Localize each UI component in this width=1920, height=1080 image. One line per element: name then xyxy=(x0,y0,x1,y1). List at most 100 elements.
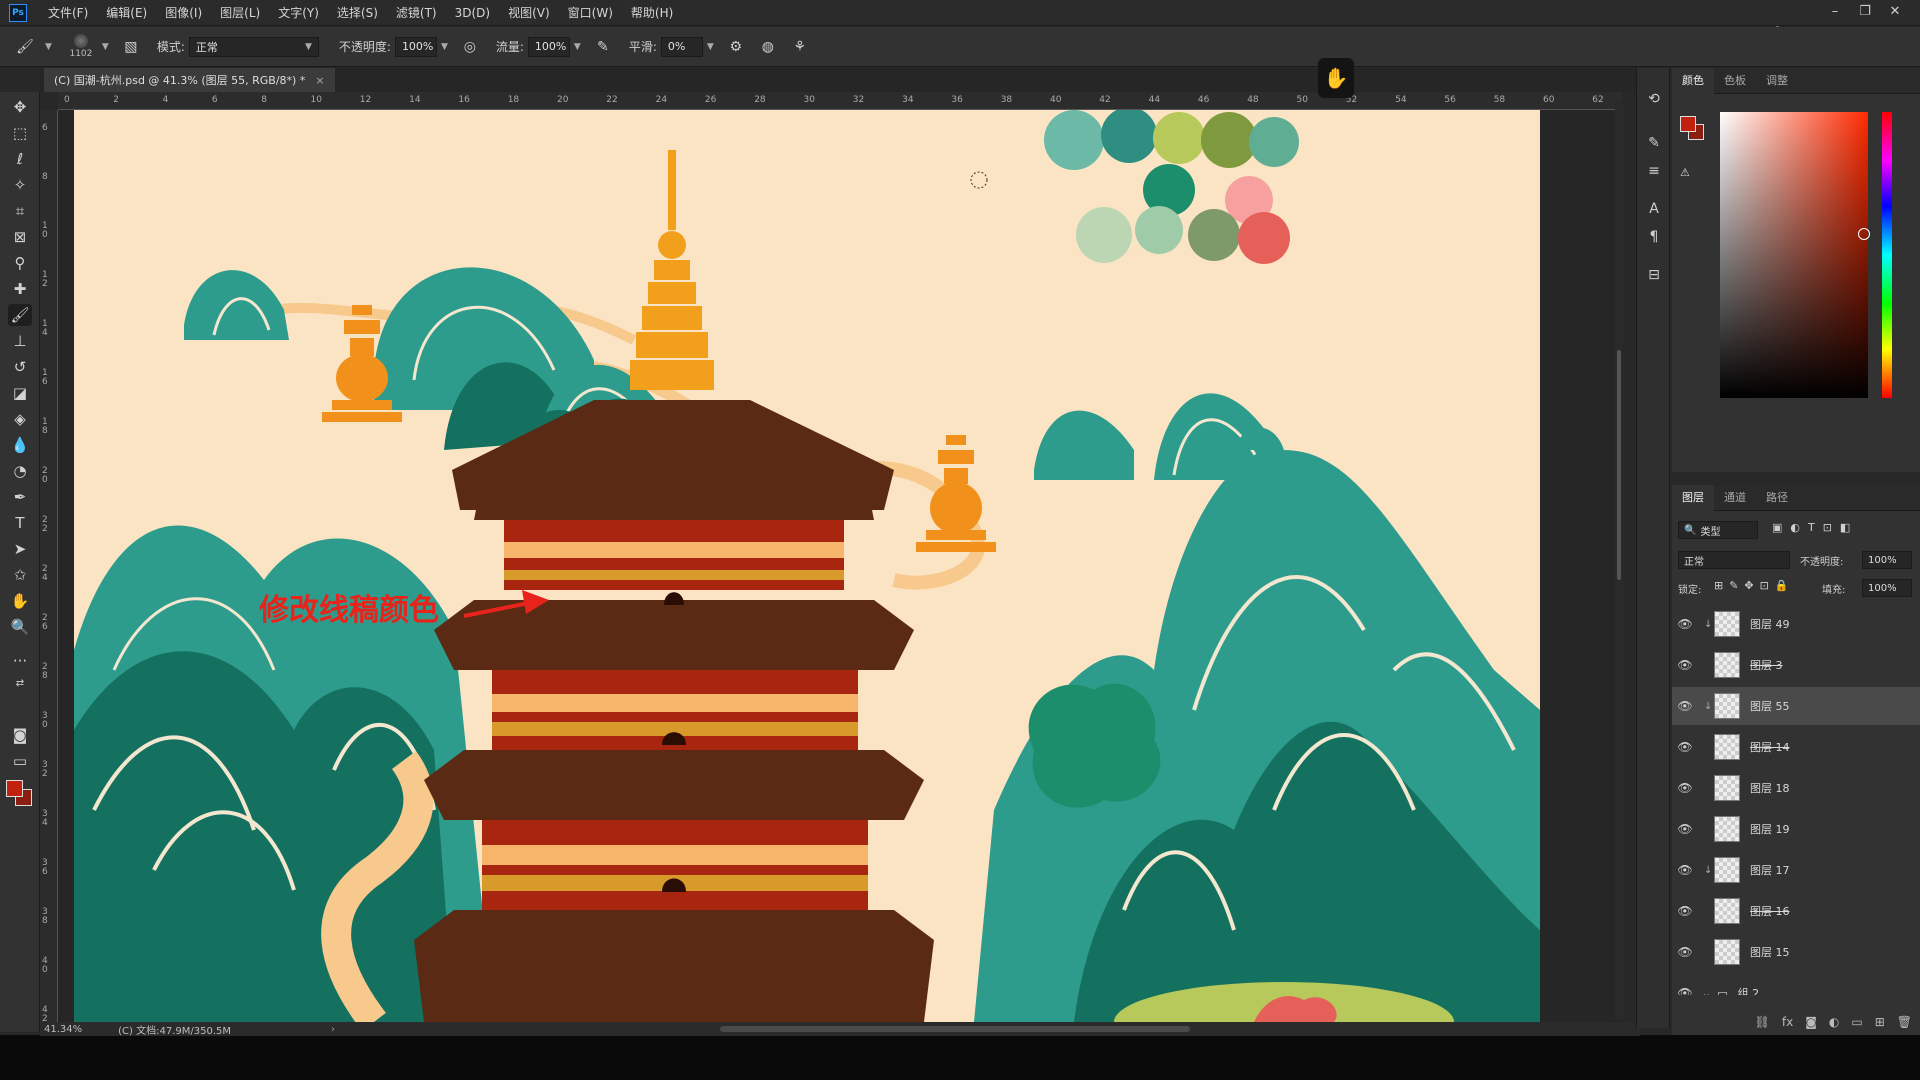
menu-item[interactable]: 图层(L) xyxy=(211,0,269,26)
visibility-eye-icon[interactable]: 👁 xyxy=(1672,863,1698,877)
pen-tool-icon[interactable]: ✒ xyxy=(8,486,32,508)
chevron-down-icon[interactable]: ▼ xyxy=(102,42,109,52)
layer-name[interactable]: 图层 55 xyxy=(1750,698,1790,714)
vertical-scroll-thumb[interactable] xyxy=(1617,350,1621,580)
more-tools-icon[interactable]: ··· xyxy=(8,650,32,672)
symmetry-icon[interactable]: ⚘ xyxy=(789,36,811,58)
layer-thumbnail[interactable] xyxy=(1714,816,1740,842)
layer-name[interactable]: 图层 19 xyxy=(1750,821,1790,837)
layer-name[interactable]: 图层 16 xyxy=(1750,903,1790,919)
visibility-eye-icon[interactable]: 👁 xyxy=(1672,945,1698,959)
layer-thumbnail[interactable] xyxy=(1714,775,1740,801)
brush-preset-picker[interactable]: 1102 xyxy=(64,32,98,62)
layer-row[interactable]: 👁 ↓ 图层 55 xyxy=(1672,687,1920,725)
layer-row[interactable]: 👁 图层 19 xyxy=(1672,810,1920,848)
color-field[interactable] xyxy=(1720,112,1868,398)
layer-name[interactable]: 图层 3 xyxy=(1750,657,1783,673)
new-layer-icon[interactable]: ⊞ xyxy=(1875,1015,1885,1035)
chevron-down-icon[interactable]: ▼ xyxy=(574,42,581,52)
link-icon[interactable]: ⛓ xyxy=(1755,1015,1770,1035)
tab-layers[interactable]: 图层 xyxy=(1672,484,1714,511)
path-select-icon[interactable]: ➤ xyxy=(8,538,32,560)
hand-tool-icon[interactable]: ✋ xyxy=(8,590,32,612)
visibility-eye-icon[interactable]: 👁 xyxy=(1672,904,1698,918)
pressure-size-icon[interactable]: ◍ xyxy=(757,36,779,58)
quick-mask-icon[interactable]: ◙ xyxy=(8,724,32,746)
layer-thumbnail[interactable] xyxy=(1714,734,1740,760)
canvas-artwork[interactable]: 修改线稿颜色 xyxy=(74,110,1540,1022)
layer-filter-select[interactable]: 🔍 类型 xyxy=(1678,521,1758,539)
close-icon[interactable]: × xyxy=(315,74,324,87)
layer-name[interactable]: 图层 15 xyxy=(1750,944,1790,960)
chevron-right-icon[interactable]: › xyxy=(331,1024,335,1035)
smooth-input[interactable]: 0% xyxy=(660,36,703,57)
visibility-eye-icon[interactable]: 👁 xyxy=(1672,658,1698,672)
layer-thumbnail[interactable] xyxy=(1714,898,1740,924)
visibility-eye-icon[interactable]: 👁 xyxy=(1672,699,1698,713)
menu-item[interactable]: 文字(Y) xyxy=(269,0,328,26)
blend-mode-select[interactable]: 正常 xyxy=(1678,551,1790,569)
tab-paths[interactable]: 路径 xyxy=(1756,485,1798,511)
gear-icon[interactable]: ⚙ xyxy=(725,36,747,58)
layer-row[interactable]: 👁 图层 14 xyxy=(1672,728,1920,766)
layer-name[interactable]: 图层 18 xyxy=(1750,780,1790,796)
flow-input[interactable]: 100% xyxy=(527,36,570,57)
layer-row[interactable]: 👁 ⌄ ▭ 组 2 xyxy=(1672,974,1920,995)
layer-thumbnail[interactable] xyxy=(1714,611,1740,637)
visibility-eye-icon[interactable]: 👁 xyxy=(1672,822,1698,836)
menu-item[interactable]: 3D(D) xyxy=(446,0,499,26)
layer-name[interactable]: 图层 14 xyxy=(1750,739,1790,755)
history-brush-icon[interactable]: ↺ xyxy=(8,356,32,378)
screen-mode-icon[interactable]: ▭ xyxy=(8,750,32,772)
adjust-icon[interactable]: ≡ xyxy=(1643,160,1665,182)
canvas-workspace[interactable]: 修改线稿颜色 xyxy=(58,110,1622,1025)
close-icon[interactable]: ✕ xyxy=(1882,0,1908,22)
tab-color[interactable]: 颜色 xyxy=(1672,67,1714,94)
brush-panel-icon[interactable]: ✎ xyxy=(1643,132,1665,154)
layer-row[interactable]: 👁 ↓ 图层 49 xyxy=(1672,605,1920,643)
adjustment-layer-icon[interactable]: ◐ xyxy=(1829,1015,1839,1035)
chevron-down-icon[interactable]: ▼ xyxy=(45,42,52,52)
visibility-eye-icon[interactable]: 👁 xyxy=(1672,986,1698,995)
menu-item[interactable]: 选择(S) xyxy=(328,0,387,26)
blur-tool-icon[interactable]: 💧 xyxy=(8,434,32,456)
properties-icon[interactable]: ⊟ xyxy=(1643,264,1665,286)
foreground-color-swatch[interactable] xyxy=(6,780,23,797)
mode-select[interactable]: 正常 ▼ xyxy=(188,36,319,57)
fx-icon[interactable]: fx xyxy=(1782,1015,1793,1035)
layer-row[interactable]: 👁 图层 16 xyxy=(1672,892,1920,930)
warning-icon[interactable]: ⚠ xyxy=(1680,166,1690,179)
brush-tool-icon[interactable]: 🖌 xyxy=(14,36,36,58)
character-icon[interactable]: A xyxy=(1643,198,1665,220)
menu-item[interactable]: 滤镜(T) xyxy=(387,0,446,26)
fill-input[interactable]: 100% xyxy=(1862,579,1912,597)
zoom-level[interactable]: 41.34% xyxy=(44,1024,82,1035)
history-icon[interactable]: ⟲ xyxy=(1643,88,1665,110)
horizontal-scrollbar[interactable] xyxy=(720,1026,1190,1032)
layer-row[interactable]: 👁 图层 18 xyxy=(1672,769,1920,807)
layer-thumbnail[interactable] xyxy=(1714,693,1740,719)
layer-name[interactable]: 组 2 xyxy=(1738,985,1760,995)
airbrush-icon[interactable]: ✎ xyxy=(592,36,614,58)
type-tool-icon[interactable]: T xyxy=(8,512,32,534)
marquee-tool-icon[interactable]: ⬚ xyxy=(8,122,32,144)
layer-thumbnail[interactable] xyxy=(1714,857,1740,883)
mask-icon[interactable]: ◙ xyxy=(1805,1015,1817,1035)
folder-icon[interactable]: ▭ xyxy=(1851,1015,1862,1035)
eraser-tool-icon[interactable]: ◪ xyxy=(8,382,32,404)
layer-name[interactable]: 图层 49 xyxy=(1750,616,1790,632)
layer-filter-icons[interactable]: ▣◐T⊡◧ xyxy=(1772,521,1858,534)
layer-row[interactable]: 👁 图层 3 xyxy=(1672,646,1920,684)
visibility-eye-icon[interactable]: 👁 xyxy=(1672,781,1698,795)
layer-row[interactable]: 👁 ↓ 图层 17 xyxy=(1672,851,1920,889)
layer-opacity-input[interactable]: 100% xyxy=(1862,551,1912,569)
chevron-down-icon[interactable]: ▼ xyxy=(441,42,448,52)
layer-name[interactable]: 图层 17 xyxy=(1750,862,1790,878)
menu-item[interactable]: 视图(V) xyxy=(499,0,559,26)
color-picker-handle[interactable] xyxy=(1858,228,1870,240)
tab-swatches[interactable]: 色板 xyxy=(1714,68,1756,94)
shape-tool-icon[interactable]: ✩ xyxy=(8,564,32,586)
menu-item[interactable]: 编辑(E) xyxy=(97,0,156,26)
move-tool-icon[interactable]: ✥ xyxy=(8,96,32,118)
hue-slider[interactable] xyxy=(1882,112,1892,398)
